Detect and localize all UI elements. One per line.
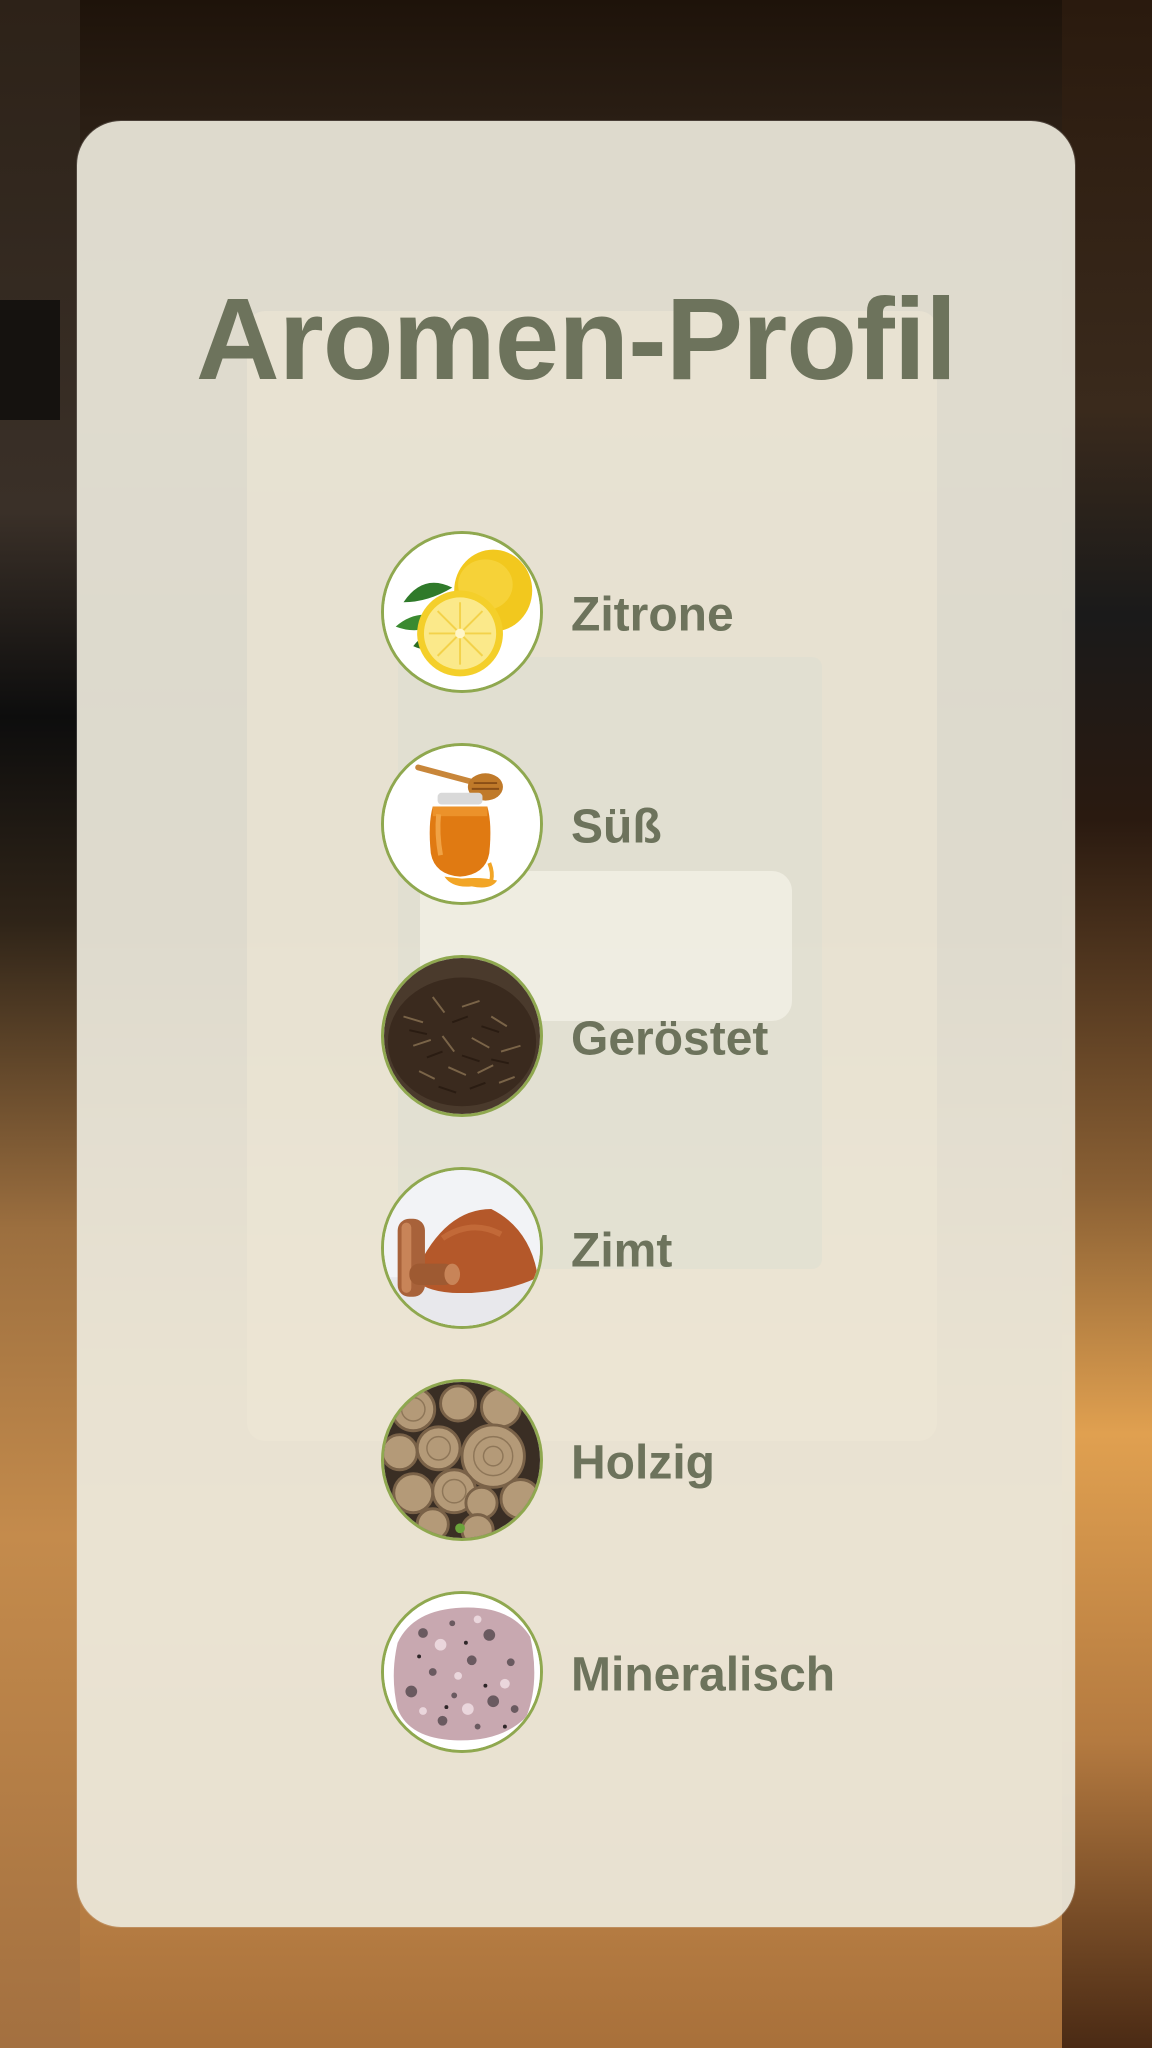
aroma-item-roasted: Geröstet <box>381 955 921 1123</box>
roasted-tea-leaves-icon <box>381 955 543 1117</box>
background-right-edge <box>1062 0 1152 2048</box>
aroma-label: Holzig <box>571 1436 715 1490</box>
background-left-edge <box>0 0 80 2048</box>
wood-logs-icon <box>381 1379 543 1541</box>
aroma-label: Süß <box>571 800 662 854</box>
mineral-stone-icon <box>381 1591 543 1753</box>
aroma-item-sweet: Süß <box>381 743 921 911</box>
aroma-item-mineral: Mineralisch <box>381 1591 921 1759</box>
aroma-label: Zimt <box>571 1224 673 1278</box>
cinnamon-icon <box>381 1167 543 1329</box>
aroma-item-cinnamon: Zimt <box>381 1167 921 1335</box>
card-title: Aromen-Profil <box>195 274 957 404</box>
aroma-label: Mineralisch <box>571 1648 836 1702</box>
aroma-item-woody: Holzig <box>381 1379 921 1547</box>
aroma-profile-card: Aromen-Profil Zitrone Süß Geröstet Zimt … <box>77 121 1075 1927</box>
lemon-icon <box>381 531 543 693</box>
aroma-item-lemon: Zitrone <box>381 531 921 699</box>
aroma-label: Zitrone <box>571 588 734 642</box>
honey-jar-icon <box>381 743 543 905</box>
aroma-label: Geröstet <box>571 1012 769 1066</box>
